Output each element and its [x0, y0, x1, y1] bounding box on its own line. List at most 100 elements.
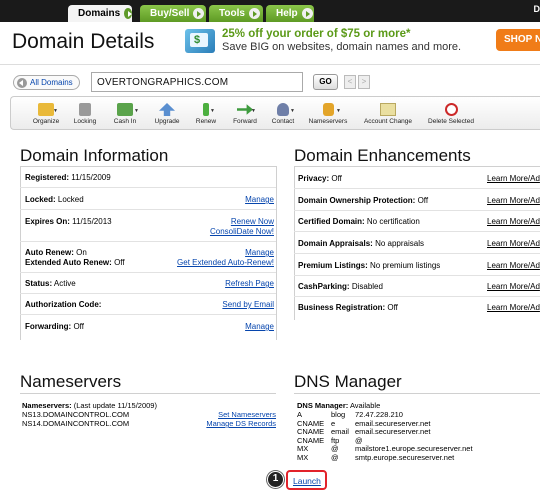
launch-dns-manager-link[interactable]: Launch [293, 476, 321, 486]
chevron-down-icon[interactable]: ▼ [336, 108, 341, 114]
chevron-down-icon[interactable]: ▼ [53, 108, 58, 114]
top-right-text[interactable]: D [534, 4, 540, 14]
nameservers-label: Nameservers: [22, 401, 72, 410]
chevron-down-icon[interactable]: ▼ [210, 108, 215, 114]
upgrade-icon [159, 103, 175, 116]
tab-help[interactable]: Help [266, 5, 314, 22]
manage-auto-renew-link[interactable]: Manage [245, 248, 274, 257]
arrow-icon [301, 8, 313, 19]
arrow-icon [124, 8, 132, 19]
locked-value: Locked [57, 195, 84, 204]
nameservers-row: Nameservers: (Last update 11/15/2009) [22, 401, 157, 410]
toolbar-label: Nameservers [308, 118, 348, 125]
toolbar-account-change[interactable]: Account Change [358, 99, 418, 131]
nameserver-2: NS14.DOMAINCONTROL.COM [22, 419, 130, 428]
privacy-value: Off [331, 174, 342, 183]
lock-icon [79, 103, 91, 116]
toolbar-upgrade[interactable]: Upgrade [151, 99, 183, 131]
dns-points-column: 72.47.228.210 email.secureserver.net ema… [355, 410, 473, 463]
divider [294, 253, 540, 254]
toolbar-cash-in[interactable]: Cash In [108, 99, 142, 131]
contact-icon [277, 103, 289, 116]
toolbar-forward[interactable]: Forward [229, 99, 261, 131]
send-by-email-link[interactable]: Send by Email [222, 300, 274, 309]
toolbar-contact[interactable]: Contact [268, 99, 298, 131]
chevron-down-icon[interactable]: ▼ [134, 108, 139, 114]
refresh-page-link[interactable]: Refresh Page [225, 279, 274, 288]
domain-input[interactable]: OVERTONGRAPHICS.COM [91, 72, 303, 92]
expires-label: Expires On: [25, 217, 70, 226]
learn-more-appraisals-link[interactable]: Learn More/Ad [487, 239, 540, 248]
divider [0, 64, 540, 65]
toolbar-organize[interactable]: Organize [28, 99, 64, 131]
registered-row: Registered: 11/15/2009 [25, 173, 111, 182]
toolbar-label: Renew [195, 118, 217, 125]
ownership-protection-value: Off [417, 196, 429, 205]
delete-icon [444, 103, 458, 116]
domain-enhancements-title: Domain Enhancements [294, 146, 471, 165]
locked-label: Locked: [25, 195, 56, 204]
arrow-icon [248, 8, 260, 19]
tab-domains[interactable]: Domains [68, 5, 132, 22]
previous-domain-button[interactable]: < [344, 75, 356, 89]
shop-now-button[interactable]: SHOP N [496, 29, 540, 51]
chevron-down-icon[interactable]: ▼ [251, 108, 256, 114]
extended-auto-renew-label: Extended Auto Renew: [25, 258, 112, 267]
tab-buy-sell[interactable]: Buy/Sell [140, 5, 206, 22]
manage-ds-records-link[interactable]: Manage DS Records [206, 419, 276, 428]
learn-more-certified-link[interactable]: Learn More/Ad [487, 217, 540, 226]
divider [20, 314, 276, 315]
manage-forwarding-link[interactable]: Manage [245, 322, 274, 331]
get-extended-auto-renew-link[interactable]: Get Extended Auto-Renew! [177, 258, 274, 267]
set-nameservers-link[interactable]: Set Nameservers [218, 410, 276, 419]
registered-value: 11/15/2009 [71, 173, 111, 182]
promo-dollar-icon[interactable] [185, 29, 215, 53]
divider [294, 188, 540, 189]
next-domain-button[interactable]: > [358, 75, 370, 89]
business-registration-row: Business Registration: Off [298, 303, 398, 312]
manage-locking-link[interactable]: Manage [245, 195, 274, 204]
back-arrow-icon [17, 77, 27, 88]
consolidate-link[interactable]: ConsoliDate Now! [210, 227, 274, 236]
dns-manager-label: DNS Manager: [297, 401, 349, 410]
chevron-down-icon[interactable]: ▼ [290, 108, 295, 114]
tab-tools[interactable]: Tools [209, 5, 263, 22]
all-domains-button[interactable]: All Domains [13, 75, 80, 90]
dns-record-points-to: email.secureserver.net [355, 427, 431, 437]
promo-subline[interactable]: Save BIG on websites, domain names and m… [222, 41, 461, 53]
learn-more-business-link[interactable]: Learn More/Ad [487, 303, 540, 312]
divider [294, 210, 540, 211]
promo-headline[interactable]: 25% off your order of $75 or more* [222, 28, 411, 40]
toolbar-locking[interactable]: Locking [69, 99, 101, 131]
tab-domains-label: Domains [78, 8, 121, 19]
auto-renew-label: Auto Renew: [25, 248, 74, 257]
go-button[interactable]: GO [313, 74, 338, 90]
toolbar-nameservers[interactable]: Nameservers [305, 99, 351, 131]
dns-host-column: blog e email ftp @ @ [331, 410, 353, 463]
auto-renew-value: On [76, 248, 87, 257]
divider [294, 166, 540, 167]
domain-appraisals-row: Domain Appraisals: No appraisals [298, 239, 424, 248]
learn-more-cashparking-link[interactable]: Learn More/Ad [487, 282, 540, 291]
cashparking-row: CashParking: Disabled [298, 282, 383, 291]
divider [294, 393, 540, 394]
divider [294, 231, 540, 232]
business-registration-value: Off [387, 303, 398, 312]
tab-buy-sell-label: Buy/Sell [150, 8, 190, 19]
toolbar-delete-selected[interactable]: Delete Selected [423, 99, 479, 131]
divider [20, 393, 276, 394]
ownership-protection-label: Domain Ownership Protection: [298, 196, 416, 205]
toolbar-renew[interactable]: Renew [192, 99, 220, 131]
toolbar-label: Account Change [363, 118, 413, 125]
divider [294, 275, 540, 276]
learn-more-privacy-link[interactable]: Learn More/Ad [487, 174, 540, 183]
divider [276, 166, 277, 340]
dns-type-column: A CNAME CNAME CNAME MX MX [297, 410, 327, 463]
learn-more-premium-link[interactable]: Learn More/Ad [487, 261, 540, 270]
renew-now-link[interactable]: Renew Now [231, 217, 274, 226]
auto-renew-row: Auto Renew: On [25, 248, 87, 257]
privacy-row: Privacy: Off [298, 174, 342, 183]
learn-more-ownership-link[interactable]: Learn More/Ad [487, 196, 540, 205]
divider [20, 209, 276, 210]
extended-auto-renew-value: Off [114, 258, 125, 267]
